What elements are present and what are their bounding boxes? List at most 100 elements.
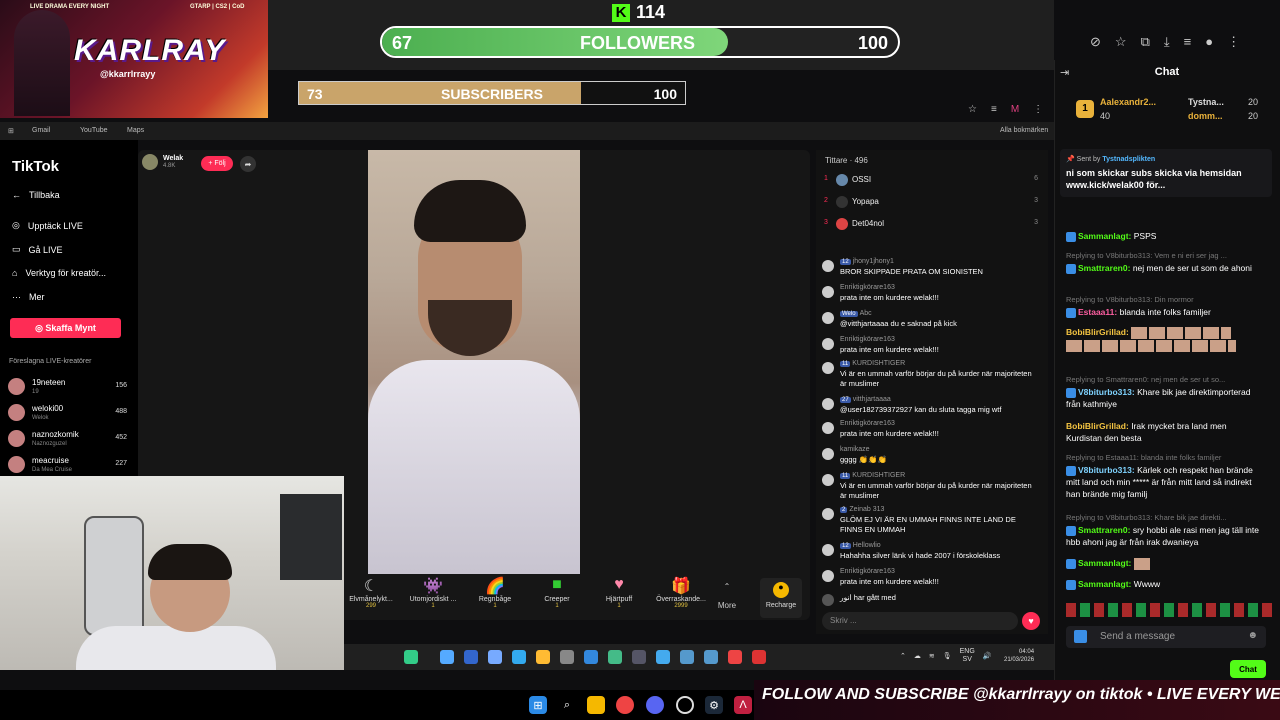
kick-logo-icon: K bbox=[612, 3, 630, 22]
more-gifts-button[interactable]: ⌃ More bbox=[716, 582, 738, 610]
gift-item[interactable]: ☾ Elvmånelykt... 299 bbox=[340, 576, 402, 624]
media-icon[interactable]: ≡ bbox=[1184, 34, 1192, 50]
folder-icon[interactable] bbox=[536, 650, 550, 664]
heart-icon[interactable]: ♥ bbox=[1022, 612, 1040, 630]
apps-icon[interactable]: ⊞ bbox=[8, 127, 14, 135]
camera-icon: ▭ bbox=[12, 244, 21, 254]
webcam-figure-hair bbox=[148, 544, 232, 580]
gift-item[interactable]: 🌈 Regnbåge 1 bbox=[464, 576, 526, 624]
recharge-button[interactable]: ● Recharge bbox=[760, 578, 802, 618]
nav-go-live[interactable]: ▭ Gå LIVE bbox=[12, 244, 63, 255]
obs-icon[interactable] bbox=[676, 696, 694, 714]
emote-row bbox=[1133, 557, 1152, 570]
badge-icon bbox=[1066, 525, 1076, 536]
follow-button[interactable]: + Följ bbox=[201, 156, 233, 171]
video-figure-body bbox=[368, 360, 580, 574]
pinned-message[interactable]: 📌 Sent by Tystnadsplikten ni som skickar… bbox=[1060, 149, 1272, 197]
bookmarks-bar: ⊞ Gmail YouTube Maps Alla bokmärken bbox=[0, 122, 1054, 140]
extensions-icon[interactable]: ⧉ bbox=[1141, 34, 1150, 50]
nav-discover-live[interactable]: ◎ Upptäck LIVE bbox=[12, 220, 83, 231]
app-icon[interactable] bbox=[656, 650, 670, 664]
chat-message: Replying to Smattraren0: nej men de ser … bbox=[1066, 375, 1251, 409]
steam-icon[interactable]: ⚙ bbox=[705, 696, 723, 714]
lang-indicator[interactable]: ENG bbox=[960, 648, 975, 655]
suggested-creator[interactable]: weloki00 Welok 488 bbox=[8, 402, 133, 426]
avatar bbox=[822, 448, 834, 460]
gift-item[interactable]: 👾 Utomjordiskt ... 1 bbox=[402, 576, 464, 624]
kick-chat-input[interactable]: Send a message ☻ bbox=[1066, 626, 1266, 648]
app-icon[interactable] bbox=[752, 650, 766, 664]
app-icon[interactable] bbox=[584, 650, 598, 664]
app-icon[interactable] bbox=[404, 650, 418, 664]
badge-icon bbox=[1066, 307, 1076, 318]
bookmark-gmail[interactable]: Gmail bbox=[32, 127, 50, 134]
app-icon[interactable] bbox=[608, 650, 622, 664]
menu-icon[interactable]: ⋮ bbox=[1227, 34, 1240, 50]
gift-item[interactable]: ■ Creeper 1 bbox=[526, 576, 588, 624]
webcam-tv bbox=[280, 494, 342, 580]
speaker-icon[interactable]: 🔊 bbox=[983, 652, 992, 660]
bookmark-maps[interactable]: Maps bbox=[127, 127, 144, 134]
tiktok-chat-input[interactable]: Skriv ... bbox=[822, 612, 1018, 630]
wifi-icon[interactable]: ≋ bbox=[929, 652, 935, 660]
download-icon[interactable]: ⤓ bbox=[1164, 34, 1170, 50]
collapse-chat-icon[interactable]: ⇥ bbox=[1060, 66, 1069, 79]
moon-icon: ☾ bbox=[363, 578, 379, 595]
kick-badge-icon bbox=[1074, 630, 1087, 643]
bookmark-youtube[interactable]: YouTube bbox=[80, 127, 108, 134]
star-icon[interactable]: ☆ bbox=[968, 104, 977, 115]
app-icon[interactable]: Λ bbox=[734, 696, 752, 714]
app-icon[interactable] bbox=[440, 650, 454, 664]
bookmark-all[interactable]: Alla bokmärken bbox=[1000, 127, 1048, 134]
chevron-up-icon[interactable]: ⌃ bbox=[900, 652, 906, 660]
folder-icon[interactable] bbox=[587, 696, 605, 714]
app-icon[interactable] bbox=[488, 650, 502, 664]
suggested-creator[interactable]: naznozkomik Naznozguzel 452 bbox=[8, 428, 133, 452]
subscribers-goal-bar: 73 SUBSCRIBERS 100 bbox=[298, 81, 686, 105]
banner-name: KARLRAY bbox=[74, 34, 226, 67]
mic-icon[interactable]: 🎙 bbox=[943, 652, 952, 660]
eye-off-icon[interactable]: ⊘ bbox=[1090, 34, 1101, 50]
alien-icon: 👾 bbox=[423, 578, 443, 595]
host-likes: 4.8K bbox=[163, 163, 176, 169]
followers-goal-bar: 67 FOLLOWERS 100 bbox=[380, 26, 900, 58]
app-icon[interactable] bbox=[632, 650, 646, 664]
clock[interactable]: 04:04 21/03/2026 bbox=[1004, 648, 1034, 664]
suggested-creator[interactable]: meacruise Da Mea Cruise 227 bbox=[8, 454, 133, 478]
chat-message: Replying to V8biturbo313: Khare bik jae … bbox=[1066, 513, 1259, 547]
gift-item[interactable]: 🎁 Överraskande... 2999 bbox=[650, 576, 712, 624]
cloud-icon[interactable]: ☁ bbox=[914, 652, 921, 660]
avatar bbox=[822, 312, 834, 324]
app-icon[interactable] bbox=[464, 650, 478, 664]
gift-item[interactable]: ♥ Hjärtpuff 1 bbox=[588, 576, 650, 624]
share-icon[interactable]: ➦ bbox=[240, 156, 256, 172]
buy-coins-button[interactable]: ◎ Skaffa Mynt bbox=[10, 318, 121, 338]
profile-icon[interactable]: M bbox=[1011, 104, 1019, 115]
search-icon[interactable]: ⌕ bbox=[558, 696, 576, 714]
live-video[interactable] bbox=[368, 150, 580, 574]
nav-back[interactable]: ← Tillbaka bbox=[12, 190, 60, 200]
app-icon[interactable] bbox=[560, 650, 574, 664]
chrome-icon[interactable] bbox=[616, 696, 634, 714]
media-icon[interactable]: ≡ bbox=[991, 104, 997, 115]
chrome-icon[interactable] bbox=[728, 650, 742, 664]
discord-icon[interactable] bbox=[646, 696, 664, 714]
edge-icon[interactable] bbox=[512, 650, 526, 664]
nav-more[interactable]: ··· Mer bbox=[12, 292, 45, 302]
avatar bbox=[836, 196, 848, 208]
tiktok-logo[interactable]: TikTok bbox=[12, 158, 59, 175]
app-icon[interactable] bbox=[704, 650, 718, 664]
start-icon[interactable]: ⊞ bbox=[529, 696, 547, 714]
app-icon[interactable] bbox=[680, 650, 694, 664]
send-chat-button[interactable]: Chat bbox=[1230, 660, 1266, 678]
host-info[interactable]: Welak 4.8K bbox=[142, 154, 183, 170]
menu-icon[interactable]: ⋮ bbox=[1033, 104, 1043, 115]
profile-icon[interactable]: ● bbox=[1205, 34, 1213, 50]
webcam-chair bbox=[84, 516, 144, 636]
emote-bar[interactable] bbox=[1066, 603, 1272, 617]
star-icon[interactable]: ☆ bbox=[1115, 34, 1127, 50]
nav-creator-tools[interactable]: ⌂ Verktyg för kreatör... bbox=[12, 268, 106, 278]
avatar bbox=[8, 378, 25, 395]
emoji-icon[interactable]: ☻ bbox=[1247, 630, 1258, 641]
suggested-creator[interactable]: 19neteen 19 156 bbox=[8, 376, 133, 400]
